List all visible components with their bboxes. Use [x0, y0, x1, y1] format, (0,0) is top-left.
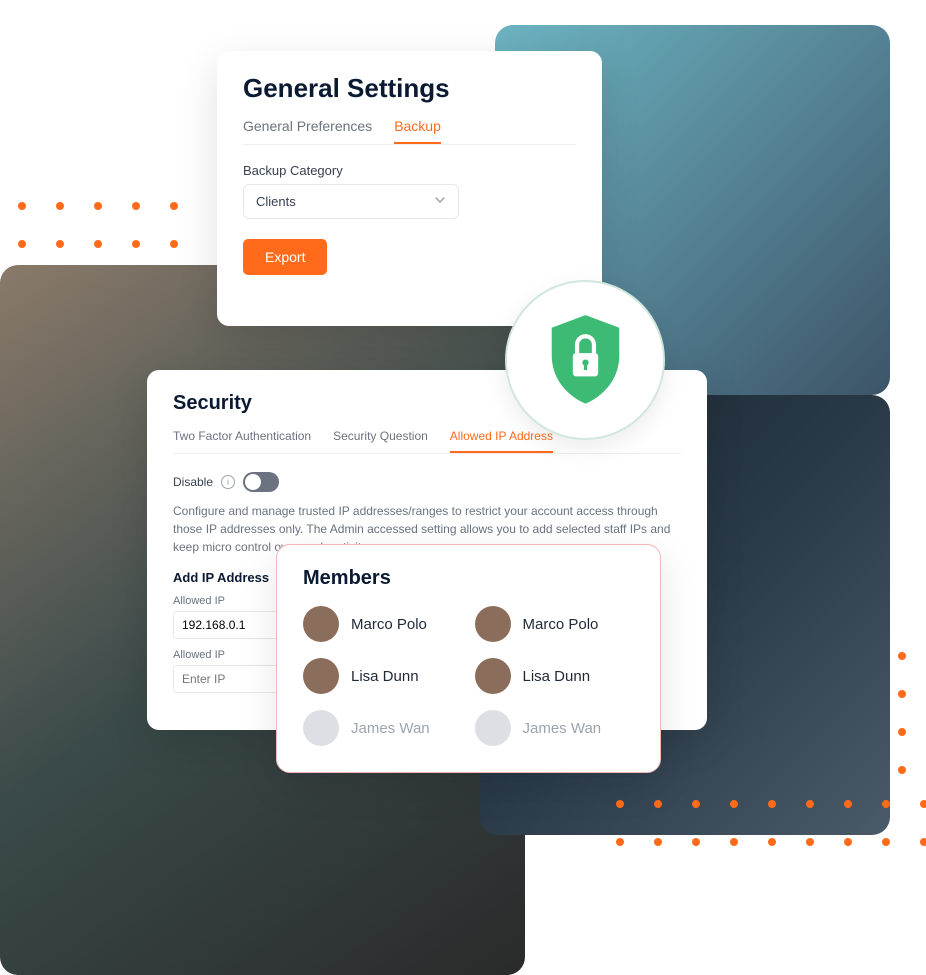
disable-label: Disable — [173, 475, 213, 489]
member-name: James Wan — [351, 720, 430, 737]
member-item[interactable]: Marco Polo — [475, 606, 635, 642]
general-settings-card: General Settings General Preferences Bac… — [217, 51, 602, 326]
tab-security-question[interactable]: Security Question — [333, 429, 428, 453]
backup-category-select[interactable]: Clients — [243, 184, 459, 219]
tab-two-factor[interactable]: Two Factor Authentication — [173, 429, 311, 453]
members-title: Members — [303, 567, 634, 590]
member-item[interactable]: Marco Polo — [303, 606, 463, 642]
member-name: Lisa Dunn — [523, 668, 591, 685]
avatar — [303, 606, 339, 642]
disable-toggle[interactable] — [243, 472, 279, 492]
info-icon[interactable]: i — [221, 475, 235, 489]
member-item[interactable]: James Wan — [303, 710, 463, 746]
member-name: Marco Polo — [523, 616, 599, 633]
backup-category-label: Backup Category — [243, 163, 576, 178]
tab-backup[interactable]: Backup — [394, 118, 441, 144]
tab-general-preferences[interactable]: General Preferences — [243, 118, 372, 144]
members-card: Members Marco Polo Marco Polo Lisa Dunn … — [276, 544, 661, 773]
member-name: Lisa Dunn — [351, 668, 419, 685]
decorative-dots — [18, 202, 178, 248]
allowed-ip-input-2[interactable] — [173, 665, 293, 693]
tab-allowed-ip[interactable]: Allowed IP Address — [450, 429, 553, 453]
member-name: Marco Polo — [351, 616, 427, 633]
export-button[interactable]: Export — [243, 239, 327, 275]
avatar — [303, 710, 339, 746]
shield-lock-icon — [543, 313, 628, 408]
allowed-ip-input-1[interactable] — [173, 611, 293, 639]
member-item[interactable]: James Wan — [475, 710, 635, 746]
select-value: Clients — [256, 194, 296, 209]
member-item[interactable]: Lisa Dunn — [303, 658, 463, 694]
avatar — [475, 710, 511, 746]
settings-title: General Settings — [243, 73, 576, 104]
avatar — [475, 658, 511, 694]
decorative-dots — [616, 800, 926, 846]
avatar — [475, 606, 511, 642]
decorative-dots — [898, 652, 906, 774]
chevron-down-icon — [434, 194, 446, 209]
member-name: James Wan — [523, 720, 602, 737]
member-item[interactable]: Lisa Dunn — [475, 658, 635, 694]
settings-tabs: General Preferences Backup — [243, 118, 576, 145]
security-shield-badge — [505, 280, 665, 440]
avatar — [303, 658, 339, 694]
